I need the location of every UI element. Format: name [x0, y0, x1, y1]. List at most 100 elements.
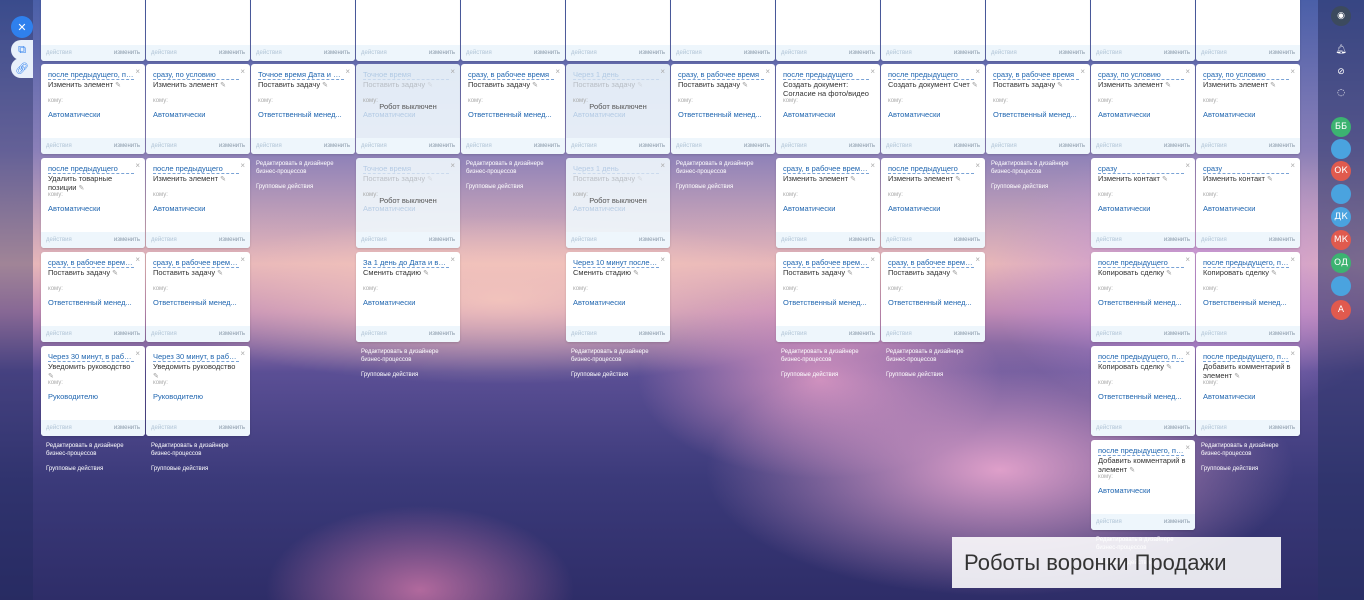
edit-in-designer-link[interactable]: Редактировать в дизайнере бизнес-процесс…	[571, 348, 671, 364]
close-icon[interactable]: ×	[240, 349, 245, 358]
robot-responsible[interactable]: Автоматически	[363, 110, 453, 119]
pencil-icon[interactable]: ✎	[637, 176, 643, 183]
robot-condition[interactable]: Точное время	[363, 164, 449, 174]
robot-card[interactable]: после предыдущего, по у... Изменить элем…	[41, 64, 145, 154]
bell-icon[interactable]: 🔔︎	[1331, 40, 1351, 60]
robot-card[interactable]: Точное время Поставить задачу ✎ × кому: …	[356, 64, 460, 154]
robot-card[interactable]: × кому: Автоматически действия изменить	[1091, 0, 1195, 61]
robot-responsible[interactable]: Автоматически	[783, 204, 873, 213]
actions-link[interactable]: действия	[886, 143, 912, 149]
robot-condition[interactable]: сразу, в рабочее время	[678, 70, 764, 80]
robot-responsible[interactable]: Автоматически	[153, 110, 243, 119]
user-avatar[interactable]: ББ	[1331, 117, 1351, 137]
edit-link[interactable]: изменить	[114, 331, 140, 337]
pencil-icon[interactable]: ✎	[952, 270, 958, 277]
robot-responsible[interactable]: Ответственный менед...	[258, 110, 348, 119]
robot-card[interactable]: За 1 день до Дата и врем... Сменить стад…	[356, 252, 460, 342]
robot-responsible[interactable]: Автоматически	[48, 204, 138, 213]
actions-link[interactable]: действия	[571, 50, 597, 56]
pencil-icon[interactable]: ✎	[1166, 270, 1172, 277]
pencil-icon[interactable]: ✎	[115, 82, 121, 89]
actions-link[interactable]: действия	[781, 331, 807, 337]
robot-responsible[interactable]: Ответственный менед...	[48, 298, 138, 307]
edit-in-designer-link[interactable]: Редактировать в дизайнере бизнес-процесс…	[1201, 442, 1301, 458]
robot-responsible[interactable]: Ответственный менед...	[888, 298, 978, 307]
actions-link[interactable]: действия	[991, 50, 1017, 56]
robot-condition[interactable]: сразу, в рабочее время	[468, 70, 554, 80]
robot-card[interactable]: × кому: Автоматически действия изменить	[146, 0, 250, 61]
actions-link[interactable]: действия	[1201, 331, 1227, 337]
pencil-icon[interactable]: ✎	[532, 82, 538, 89]
robot-condition[interactable]: сразу, в рабочее время, ...	[888, 258, 974, 268]
actions-link[interactable]: действия	[676, 143, 702, 149]
slider-tab-icon[interactable]: ⧉	[11, 40, 33, 60]
robot-card[interactable]: сразу, в рабочее время Поставить задачу …	[461, 64, 565, 154]
close-icon[interactable]: ×	[1290, 161, 1295, 170]
robot-condition[interactable]: после предыдущего	[48, 164, 134, 174]
robot-responsible[interactable]: Ответственный менед...	[1098, 298, 1188, 307]
edit-link[interactable]: изменить	[219, 425, 245, 431]
pencil-icon[interactable]: ✎	[850, 176, 856, 183]
robot-card[interactable]: после предыдущего, по у... Копировать сд…	[1196, 252, 1300, 342]
user-avatar[interactable]: ОД	[1331, 253, 1351, 273]
pencil-icon[interactable]: ✎	[1270, 82, 1276, 89]
robot-condition[interactable]: сразу, в рабочее время, ...	[783, 258, 869, 268]
pencil-icon[interactable]: ✎	[742, 82, 748, 89]
edit-link[interactable]: изменить	[849, 143, 875, 149]
robot-responsible[interactable]: Автоматически	[1203, 392, 1293, 401]
robot-card[interactable]: сразу Изменить контакт ✎ × кому: Автомат…	[1091, 158, 1195, 248]
robot-responsible[interactable]: Ответственный менед...	[993, 110, 1083, 119]
robot-responsible[interactable]: Ответственный менед...	[468, 110, 558, 119]
robot-responsible[interactable]: Ответственный менед...	[783, 298, 873, 307]
edit-link[interactable]: изменить	[219, 237, 245, 243]
close-icon[interactable]: ×	[135, 349, 140, 358]
robot-responsible[interactable]: Ответственный менед...	[1203, 298, 1293, 307]
edit-link[interactable]: изменить	[954, 143, 980, 149]
edit-link[interactable]: изменить	[954, 331, 980, 337]
close-icon[interactable]: ×	[240, 67, 245, 76]
robot-condition[interactable]: сразу	[1098, 164, 1184, 174]
edit-link[interactable]: изменить	[1164, 519, 1190, 525]
pencil-icon[interactable]: ✎	[1271, 270, 1277, 277]
actions-link[interactable]: действия	[571, 143, 597, 149]
edit-in-designer-link[interactable]: Редактировать в дизайнере бизнес-процесс…	[46, 442, 146, 458]
robot-condition[interactable]: сразу, по условию	[1098, 70, 1184, 80]
robot-card[interactable]: × кому: Автоматически действия изменить	[461, 0, 565, 61]
edit-link[interactable]: изменить	[114, 143, 140, 149]
actions-link[interactable]: действия	[886, 50, 912, 56]
robot-responsible[interactable]: Автоматически	[888, 204, 978, 213]
actions-link[interactable]: действия	[151, 237, 177, 243]
actions-link[interactable]: действия	[1096, 143, 1122, 149]
robot-card[interactable]: сразу, в рабочее время, ... Изменить эле…	[776, 158, 880, 248]
actions-link[interactable]: действия	[1201, 50, 1227, 56]
pencil-icon[interactable]: ✎	[1267, 176, 1273, 183]
robot-card[interactable]: сразу, в рабочее время, ... Поставить за…	[881, 252, 985, 342]
robot-card[interactable]: после предыдущего Удалить товарные позиц…	[41, 158, 145, 248]
robot-responsible[interactable]: Автоматически	[783, 110, 873, 119]
edit-link[interactable]: изменить	[1164, 237, 1190, 243]
pencil-icon[interactable]: ✎	[847, 270, 853, 277]
pencil-icon[interactable]: ✎	[1057, 82, 1063, 89]
pencil-icon[interactable]: ✎	[972, 82, 978, 89]
robot-card[interactable]: после предыдущего Создать документ Счет …	[881, 64, 985, 154]
edit-in-designer-link[interactable]: Редактировать в дизайнере бизнес-процесс…	[466, 160, 566, 176]
close-icon[interactable]: ×	[975, 255, 980, 264]
close-icon[interactable]: ×	[765, 67, 770, 76]
robot-responsible[interactable]: Автоматически	[573, 298, 663, 307]
user-avatar[interactable]: ДК	[1331, 207, 1351, 227]
edit-link[interactable]: изменить	[1164, 331, 1190, 337]
robot-condition[interactable]: сразу, в рабочее время,...	[48, 258, 134, 268]
robot-responsible[interactable]: Автоматически	[1098, 204, 1188, 213]
actions-link[interactable]: действия	[466, 143, 492, 149]
robot-card[interactable]: × кому: Автоматически действия изменить	[881, 0, 985, 61]
close-icon[interactable]: ×	[135, 255, 140, 264]
group-actions-link[interactable]: Групповые действия	[1201, 465, 1301, 473]
robot-condition[interactable]: Через 30 минут, в рабоч...	[153, 352, 239, 362]
robot-card[interactable]: сразу, в рабочее время,... Поставить зад…	[146, 252, 250, 342]
robot-card[interactable]: × кому: Автоматически действия изменить	[776, 0, 880, 61]
close-icon[interactable]: ×	[1185, 349, 1190, 358]
pencil-icon[interactable]: ✎	[322, 82, 328, 89]
pencil-icon[interactable]: ✎	[1129, 467, 1135, 474]
robot-card[interactable]: сразу, по условию Изменить элемент ✎ × к…	[146, 64, 250, 154]
robot-responsible[interactable]: Руководителю	[48, 392, 138, 401]
